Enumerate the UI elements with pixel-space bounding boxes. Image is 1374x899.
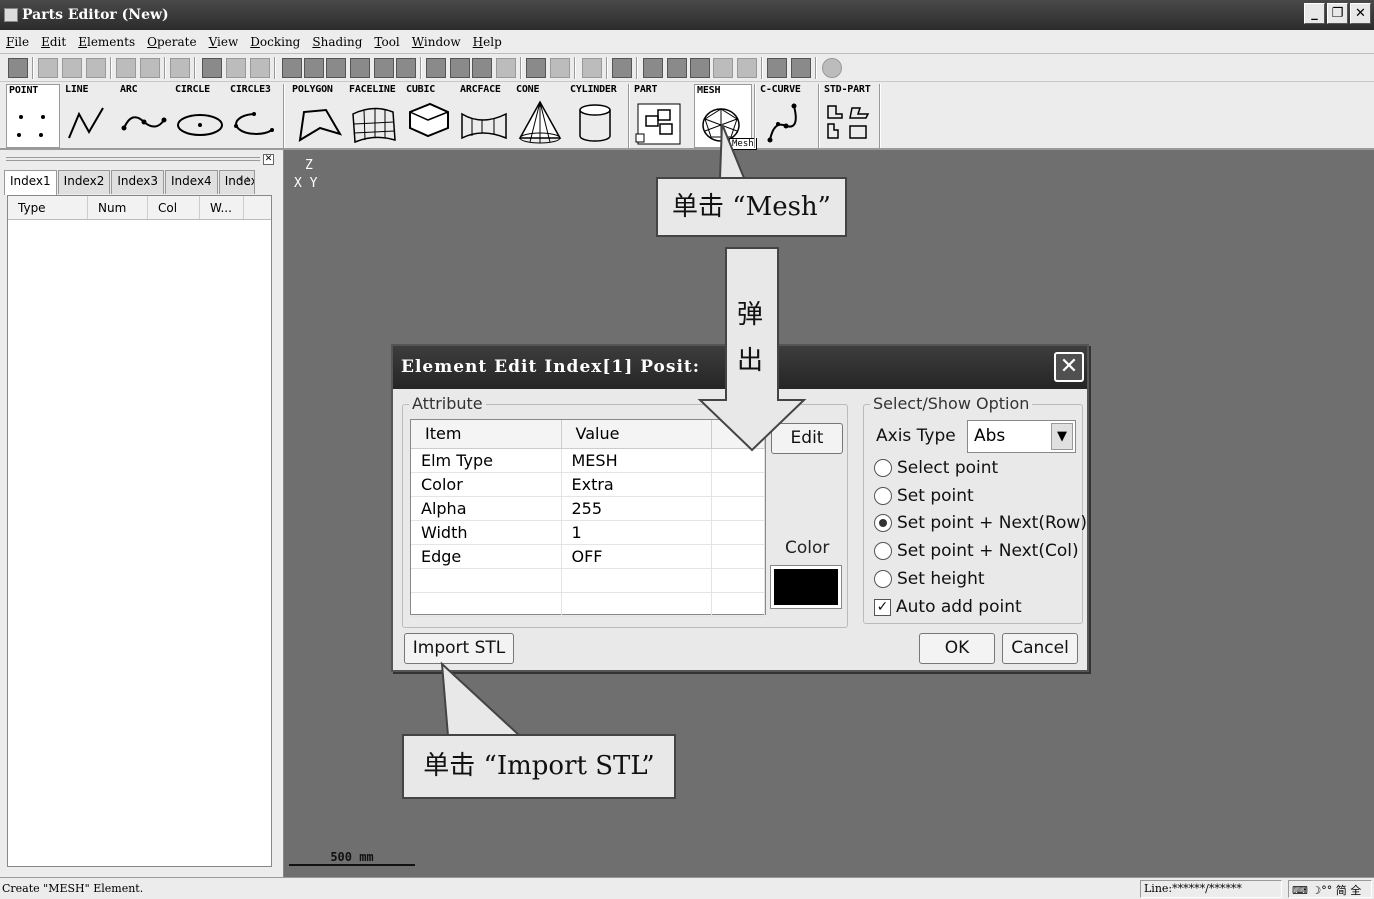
import-callout-pointer bbox=[440, 661, 523, 737]
mesh-callout-pointer bbox=[718, 123, 746, 179]
popup-label: 弹 出 bbox=[735, 292, 765, 384]
annotation-overlay bbox=[440, 123, 807, 737]
callout-click-import-stl: 单击 “Import STL” bbox=[402, 734, 676, 799]
callout-click-mesh: 单击 “Mesh” bbox=[656, 177, 847, 237]
popup-char-1: 弹 bbox=[736, 300, 763, 330]
popup-char-2: 出 bbox=[736, 346, 763, 376]
